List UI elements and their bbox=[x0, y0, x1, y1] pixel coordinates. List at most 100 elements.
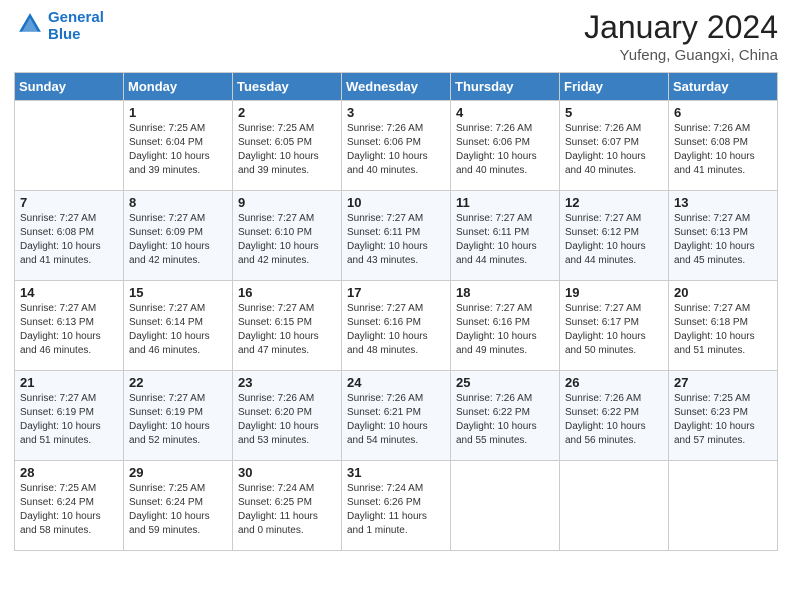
header-monday: Monday bbox=[124, 73, 233, 101]
day-info: Sunrise: 7:27 AM Sunset: 6:09 PM Dayligh… bbox=[129, 212, 227, 268]
day-number: 5 bbox=[565, 105, 663, 120]
day-number: 22 bbox=[129, 375, 227, 390]
calendar-week-1: 7 Sunrise: 7:27 AM Sunset: 6:08 PM Daylig… bbox=[15, 191, 778, 281]
day-number: 8 bbox=[129, 195, 227, 210]
day-number: 10 bbox=[347, 195, 445, 210]
day-info: Sunrise: 7:24 AM Sunset: 6:26 PM Dayligh… bbox=[347, 482, 445, 538]
day-number: 29 bbox=[129, 465, 227, 480]
day-info: Sunrise: 7:25 AM Sunset: 6:05 PM Dayligh… bbox=[238, 122, 336, 178]
calendar-cell: 8 Sunrise: 7:27 AM Sunset: 6:09 PM Daylig… bbox=[124, 191, 233, 281]
title-block: January 2024 Yufeng, Guangxi, China bbox=[584, 10, 778, 64]
header-saturday: Saturday bbox=[669, 73, 778, 101]
calendar-cell: 30Sunrise: 7:24 AM Sunset: 6:25 PM Dayli… bbox=[233, 461, 342, 551]
day-info: Sunrise: 7:25 AM Sunset: 6:24 PM Dayligh… bbox=[129, 482, 227, 538]
calendar-cell: 16 Sunrise: 7:27 AM Sunset: 6:15 PM Dayli… bbox=[233, 281, 342, 371]
calendar-week-0: 1Sunrise: 7:25 AM Sunset: 6:04 PM Daylig… bbox=[15, 101, 778, 191]
day-number: 23 bbox=[238, 375, 336, 390]
calendar-cell: 12 Sunrise: 7:27 AM Sunset: 6:12 PM Dayli… bbox=[560, 191, 669, 281]
day-number: 31 bbox=[347, 465, 445, 480]
day-info: Sunrise: 7:27 AM Sunset: 6:17 PM Dayligh… bbox=[565, 302, 663, 358]
calendar-subtitle: Yufeng, Guangxi, China bbox=[584, 47, 778, 64]
day-number: 4 bbox=[456, 105, 554, 120]
day-info: Sunrise: 7:26 AM Sunset: 6:07 PM Dayligh… bbox=[565, 122, 663, 178]
day-number: 20 bbox=[674, 285, 772, 300]
calendar-cell: 26 Sunrise: 7:26 AM Sunset: 6:22 PM Dayli… bbox=[560, 371, 669, 461]
calendar-cell: 21Sunrise: 7:27 AM Sunset: 6:19 PM Dayli… bbox=[15, 371, 124, 461]
day-info: Sunrise: 7:27 AM Sunset: 6:08 PM Dayligh… bbox=[20, 212, 118, 268]
calendar-cell bbox=[669, 461, 778, 551]
day-info: Sunrise: 7:25 AM Sunset: 6:23 PM Dayligh… bbox=[674, 392, 772, 448]
day-info: Sunrise: 7:27 AM Sunset: 6:13 PM Dayligh… bbox=[20, 302, 118, 358]
calendar-cell bbox=[560, 461, 669, 551]
calendar-table: SundayMondayTuesdayWednesdayThursdayFrid… bbox=[14, 72, 778, 551]
day-info: Sunrise: 7:26 AM Sunset: 6:06 PM Dayligh… bbox=[347, 122, 445, 178]
day-info: Sunrise: 7:26 AM Sunset: 6:22 PM Dayligh… bbox=[456, 392, 554, 448]
day-number: 17 bbox=[347, 285, 445, 300]
day-info: Sunrise: 7:27 AM Sunset: 6:16 PM Dayligh… bbox=[456, 302, 554, 358]
header-wednesday: Wednesday bbox=[342, 73, 451, 101]
day-info: Sunrise: 7:26 AM Sunset: 6:22 PM Dayligh… bbox=[565, 392, 663, 448]
calendar-cell: 27 Sunrise: 7:25 AM Sunset: 6:23 PM Dayli… bbox=[669, 371, 778, 461]
day-number: 19 bbox=[565, 285, 663, 300]
day-info: Sunrise: 7:27 AM Sunset: 6:19 PM Dayligh… bbox=[129, 392, 227, 448]
day-number: 6 bbox=[674, 105, 772, 120]
day-info: Sunrise: 7:27 AM Sunset: 6:11 PM Dayligh… bbox=[456, 212, 554, 268]
calendar-cell bbox=[15, 101, 124, 191]
day-info: Sunrise: 7:27 AM Sunset: 6:12 PM Dayligh… bbox=[565, 212, 663, 268]
day-info: Sunrise: 7:26 AM Sunset: 6:08 PM Dayligh… bbox=[674, 122, 772, 178]
day-number: 12 bbox=[565, 195, 663, 210]
day-number: 13 bbox=[674, 195, 772, 210]
calendar-cell: 28 Sunrise: 7:25 AM Sunset: 6:24 PM Dayli… bbox=[15, 461, 124, 551]
day-number: 7 bbox=[20, 195, 118, 210]
header: General Blue January 2024 Yufeng, Guangx… bbox=[14, 10, 778, 64]
calendar-cell: 19 Sunrise: 7:27 AM Sunset: 6:17 PM Dayli… bbox=[560, 281, 669, 371]
logo-icon bbox=[16, 10, 44, 38]
calendar-cell: 7 Sunrise: 7:27 AM Sunset: 6:08 PM Daylig… bbox=[15, 191, 124, 281]
day-info: Sunrise: 7:27 AM Sunset: 6:10 PM Dayligh… bbox=[238, 212, 336, 268]
calendar-cell: 11Sunrise: 7:27 AM Sunset: 6:11 PM Dayli… bbox=[451, 191, 560, 281]
calendar-title: January 2024 bbox=[584, 10, 778, 45]
day-info: Sunrise: 7:27 AM Sunset: 6:13 PM Dayligh… bbox=[674, 212, 772, 268]
calendar-week-3: 21 Sunrise: 7:27 AM Sunset: 6:19 PM Dayli… bbox=[15, 371, 778, 461]
calendar-cell: 3Sunrise: 7:26 AM Sunset: 6:06 PM Daylig… bbox=[342, 101, 451, 191]
day-info: Sunrise: 7:26 AM Sunset: 6:20 PM Dayligh… bbox=[238, 392, 336, 448]
calendar-cell: 13 Sunrise: 7:27 AM Sunset: 6:13 PM Dayli… bbox=[669, 191, 778, 281]
day-number: 16 bbox=[238, 285, 336, 300]
logo: General Blue bbox=[14, 10, 104, 43]
day-number: 14 bbox=[20, 285, 118, 300]
day-number: 21 bbox=[20, 375, 118, 390]
day-info: Sunrise: 7:27 AM Sunset: 6:18 PM Dayligh… bbox=[674, 302, 772, 358]
calendar-cell: 17Sunrise: 7:27 AM Sunset: 6:16 PM Dayli… bbox=[342, 281, 451, 371]
calendar-cell: 25 Sunrise: 7:26 AM Sunset: 6:22 PM Dayli… bbox=[451, 371, 560, 461]
day-number: 1 bbox=[129, 105, 227, 120]
page: General Blue January 2024 Yufeng, Guangx… bbox=[0, 0, 792, 612]
calendar-cell bbox=[451, 461, 560, 551]
calendar-header-row: SundayMondayTuesdayWednesdayThursdayFrid… bbox=[15, 73, 778, 101]
calendar-cell: 4 Sunrise: 7:26 AM Sunset: 6:06 PM Daylig… bbox=[451, 101, 560, 191]
calendar-cell: 2 Sunrise: 7:25 AM Sunset: 6:05 PM Daylig… bbox=[233, 101, 342, 191]
day-info: Sunrise: 7:24 AM Sunset: 6:25 PM Dayligh… bbox=[238, 482, 336, 538]
day-number: 2 bbox=[238, 105, 336, 120]
day-number: 28 bbox=[20, 465, 118, 480]
calendar-week-4: 28 Sunrise: 7:25 AM Sunset: 6:24 PM Dayli… bbox=[15, 461, 778, 551]
header-tuesday: Tuesday bbox=[233, 73, 342, 101]
header-sunday: Sunday bbox=[15, 73, 124, 101]
calendar-cell: 24Sunrise: 7:26 AM Sunset: 6:21 PM Dayli… bbox=[342, 371, 451, 461]
day-info: Sunrise: 7:25 AM Sunset: 6:24 PM Dayligh… bbox=[20, 482, 118, 538]
day-number: 27 bbox=[674, 375, 772, 390]
day-number: 26 bbox=[565, 375, 663, 390]
calendar-cell: 1Sunrise: 7:25 AM Sunset: 6:04 PM Daylig… bbox=[124, 101, 233, 191]
day-number: 15 bbox=[129, 285, 227, 300]
calendar-week-2: 14 Sunrise: 7:27 AM Sunset: 6:13 PM Dayli… bbox=[15, 281, 778, 371]
day-info: Sunrise: 7:26 AM Sunset: 6:21 PM Dayligh… bbox=[347, 392, 445, 448]
calendar-cell: 23 Sunrise: 7:26 AM Sunset: 6:20 PM Dayli… bbox=[233, 371, 342, 461]
calendar-cell: 14 Sunrise: 7:27 AM Sunset: 6:13 PM Dayli… bbox=[15, 281, 124, 371]
calendar-cell: 31 Sunrise: 7:24 AM Sunset: 6:26 PM Dayli… bbox=[342, 461, 451, 551]
logo-general: General bbox=[48, 10, 104, 27]
day-info: Sunrise: 7:26 AM Sunset: 6:06 PM Dayligh… bbox=[456, 122, 554, 178]
day-info: Sunrise: 7:27 AM Sunset: 6:15 PM Dayligh… bbox=[238, 302, 336, 358]
day-info: Sunrise: 7:27 AM Sunset: 6:14 PM Dayligh… bbox=[129, 302, 227, 358]
day-number: 25 bbox=[456, 375, 554, 390]
calendar-cell: 20 Sunrise: 7:27 AM Sunset: 6:18 PM Dayli… bbox=[669, 281, 778, 371]
calendar-cell: 15 Sunrise: 7:27 AM Sunset: 6:14 PM Dayli… bbox=[124, 281, 233, 371]
